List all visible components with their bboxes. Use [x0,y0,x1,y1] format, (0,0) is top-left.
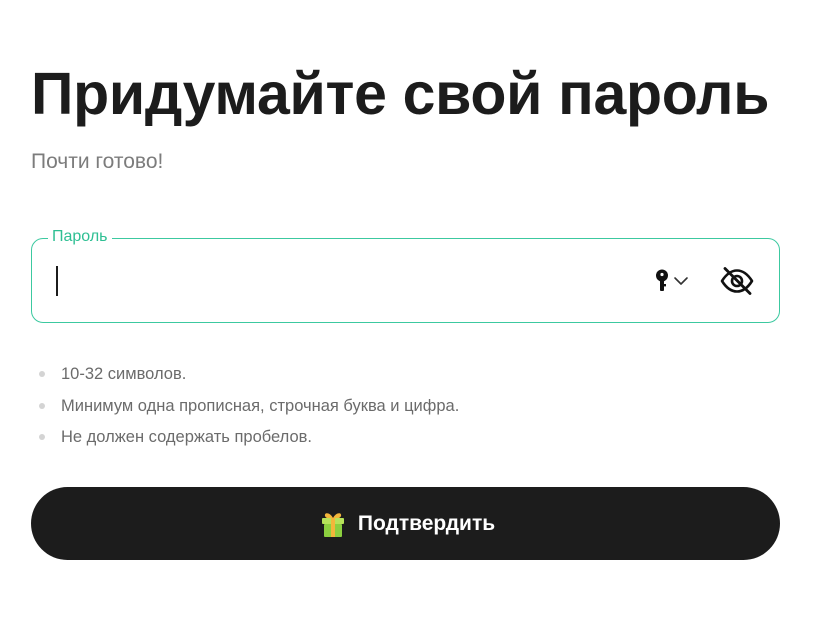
requirement-text: 10-32 символов. [61,365,187,383]
requirement-item: 10-32 символов. [31,360,459,392]
key-icon [656,269,668,291]
page-title: Придумайте свой пароль [31,61,770,127]
password-field: Пароль [31,227,780,323]
requirement-text: Не должен содержать пробелов. [61,428,312,446]
confirm-button[interactable]: Подтвердить [31,487,780,560]
password-requirements: 10-32 символов. Минимум одна прописная, … [31,360,459,455]
eye-off-icon [720,267,754,295]
bullet-icon [39,434,45,440]
requirement-item: Не должен содержать пробелов. [31,423,459,455]
password-input[interactable] [52,263,616,297]
toggle-visibility-button[interactable] [718,263,756,299]
page-subtitle: Почти готово! [31,150,164,173]
gift-icon [321,512,344,537]
bullet-icon [39,402,45,409]
password-manager-button[interactable] [654,267,698,295]
password-field-label: Пароль [48,227,112,247]
requirement-item: Минимум одна прописная, строчная буква и… [31,392,459,424]
bullet-icon [39,371,45,377]
requirement-text: Минимум одна прописная, строчная буква и… [61,396,460,415]
confirm-button-label: Подтвердить [357,511,496,535]
chevron-down-icon [674,277,688,285]
text-cursor [56,266,58,296]
